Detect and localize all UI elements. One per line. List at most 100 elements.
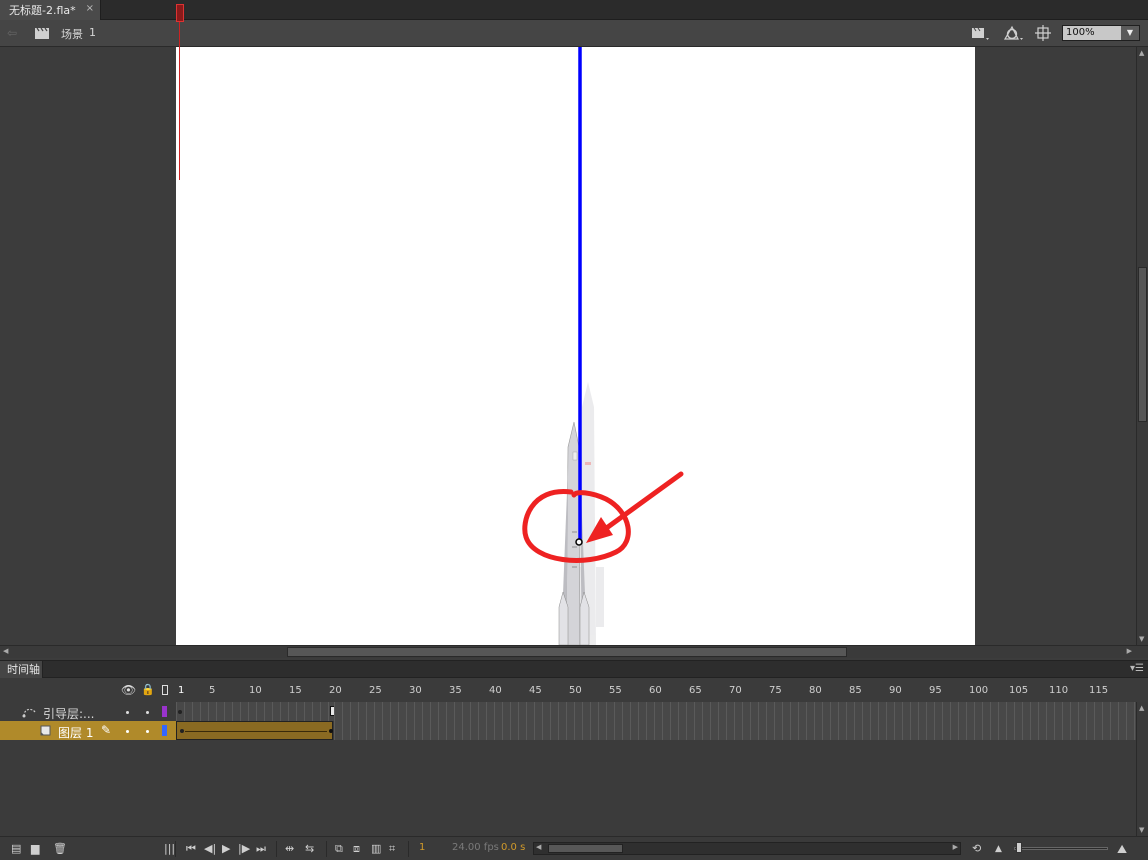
ruler-label: 75 — [769, 685, 782, 696]
zoom-value[interactable]: 100% — [1063, 26, 1121, 40]
ruler-label: 110 — [1049, 685, 1069, 696]
document-tab-bar: 无标题-2.fla* × — [0, 0, 1148, 20]
layer1-frames[interactable] — [176, 721, 1136, 740]
delete-layer-icon[interactable]: 🗑 — [53, 842, 67, 856]
current-frame[interactable]: 1 — [419, 842, 425, 853]
zoom-select[interactable]: 100% ▼ — [1062, 25, 1140, 41]
tween-arrow-line — [185, 731, 327, 732]
timeline-vertical-scrollbar[interactable]: ▲ ▼ — [1136, 702, 1148, 836]
scroll-up-icon[interactable]: ▲ — [1139, 49, 1144, 57]
visibility-dot[interactable] — [126, 711, 129, 714]
edit-symbols-icon[interactable] — [1001, 24, 1023, 42]
ruler-label: 20 — [329, 685, 342, 696]
zoom-slider-knob[interactable] — [1016, 842, 1022, 853]
ruler-label: 85 — [849, 685, 862, 696]
dropdown-arrow-icon[interactable]: ▼ — [1121, 26, 1139, 40]
ruler-label: 115 — [1089, 685, 1109, 696]
playhead-frame-label: 1 — [178, 685, 185, 696]
layer-color-swatch[interactable] — [162, 725, 167, 736]
frame-rate[interactable]: 24.00 fps — [452, 842, 499, 853]
close-tab-icon[interactable]: × — [86, 3, 94, 14]
timeline-toolbar: ▤ ▆ 🗑 ||| ⏮ ◀| ▶ |▶ ⏭ ⇹ ⇆ ⧉ ⧈ ▥ ⌗ 1 24.0… — [0, 836, 1148, 860]
guide-empty-frames[interactable] — [334, 702, 1136, 721]
layer-row-layer1[interactable]: 图层 1 ✎ — [0, 721, 176, 740]
reset-zoom-icon[interactable]: ⟲ — [972, 842, 981, 856]
center-stage-icon[interactable] — [1033, 24, 1053, 42]
scroll-left-icon[interactable]: ◀ — [3, 647, 8, 655]
scroll-thumb[interactable] — [548, 844, 623, 853]
frame-ruler[interactable]: 5 10 15 20 25 30 35 40 45 50 55 60 65 70 75 80 85 90 95 100… — [176, 678, 1136, 702]
onion-skin-icon[interactable]: ⧈ — [353, 842, 360, 856]
scroll-thumb[interactable] — [287, 647, 847, 657]
ruler-label: 35 — [449, 685, 462, 696]
separator — [175, 841, 176, 857]
loop-icon[interactable]: ⇹ — [285, 842, 294, 856]
ruler-label: 15 — [289, 685, 302, 696]
ruler-label: 105 — [1009, 685, 1029, 696]
panel-menu-icon[interactable]: ▾☰ — [1130, 663, 1144, 674]
new-layer-icon[interactable]: ▤ — [11, 842, 21, 856]
lock-dot[interactable] — [146, 730, 149, 733]
scroll-down-icon[interactable]: ▼ — [1139, 635, 1144, 643]
registration-point[interactable] — [575, 538, 583, 546]
scroll-up-icon[interactable]: ▲ — [1139, 704, 1144, 712]
keyframe[interactable] — [180, 729, 184, 733]
scene-label[interactable]: 场景 — [61, 26, 83, 42]
ruler-label: 10 — [249, 685, 262, 696]
zoom-out-icon[interactable]: ▲ — [995, 842, 1002, 856]
zoom-in-icon[interactable]: ⛰ — [1117, 842, 1127, 856]
playhead[interactable] — [176, 4, 184, 22]
motion-tween-span[interactable] — [176, 721, 333, 740]
visibility-dot[interactable] — [126, 730, 129, 733]
layer-name[interactable]: 引导层:... — [43, 705, 95, 722]
separator — [408, 841, 409, 857]
new-folder-icon[interactable]: ▆ — [31, 842, 39, 856]
ruler-label: 90 — [889, 685, 902, 696]
layer-name[interactable]: 图层 1 — [58, 724, 93, 741]
timeline-body: 👁 🔒 5 10 15 20 25 30 35 40 45 50 55 60 65 70 75 80 85 90 9… — [0, 678, 1148, 836]
loop-playback-icon[interactable]: ⇆ — [305, 842, 314, 856]
flash-editor-window: 无标题-2.fla* × ⇦ 场景 1 100% ▼ ▲ ▼ ◀ ▶ 时间轴 ▾… — [0, 0, 1148, 860]
step-forward-icon[interactable]: |▶ — [238, 842, 250, 856]
center-frame-icon[interactable]: ⧉ — [335, 842, 343, 856]
document-tab[interactable]: 无标题-2.fla* × — [0, 0, 101, 20]
stage[interactable] — [176, 47, 975, 645]
keyframe[interactable] — [329, 729, 333, 733]
ruler-label: 40 — [489, 685, 502, 696]
ruler-label: 65 — [689, 685, 702, 696]
lock-dot[interactable] — [146, 711, 149, 714]
eye-icon[interactable]: 👁 — [121, 683, 136, 697]
edit-multiple-frames-icon[interactable]: ⌗ — [389, 842, 395, 856]
ruler-label: 50 — [569, 685, 582, 696]
keyframe[interactable] — [178, 710, 182, 714]
panel-grip-icon[interactable]: ||| — [164, 842, 175, 856]
layer-row-guide[interactable]: 引导层:... — [0, 702, 176, 721]
onion-skin-outlines-icon[interactable]: ▥ — [371, 842, 381, 856]
scroll-down-icon[interactable]: ▼ — [1139, 826, 1144, 834]
empty-frames[interactable] — [334, 721, 1136, 740]
go-to-first-frame-icon[interactable]: ⏮ — [186, 842, 196, 856]
stage-vertical-scrollbar[interactable]: ▲ ▼ — [1136, 47, 1148, 645]
go-to-last-frame-icon[interactable]: ⏭ — [256, 842, 266, 856]
layer-color-swatch[interactable] — [162, 706, 167, 717]
scroll-right-icon[interactable]: ▶ — [953, 843, 958, 851]
stage-horizontal-scrollbar[interactable]: ◀ ▶ — [0, 645, 1148, 658]
layer-icon — [40, 725, 51, 736]
scroll-right-icon[interactable]: ▶ — [1127, 647, 1132, 655]
lock-icon[interactable]: 🔒 — [141, 683, 155, 696]
timeline-horizontal-scrollbar[interactable]: ◀ ▶ — [533, 842, 961, 855]
scene-clapper-icon — [35, 27, 49, 39]
ruler-label: 5 — [209, 685, 216, 696]
scroll-left-icon[interactable]: ◀ — [536, 843, 541, 851]
play-icon[interactable]: ▶ — [222, 842, 230, 856]
timeline-tab[interactable]: 时间轴 — [0, 661, 43, 679]
ruler-label: 45 — [529, 685, 542, 696]
scroll-thumb[interactable] — [1138, 267, 1147, 422]
outline-icon[interactable] — [162, 685, 168, 695]
back-arrow-icon[interactable]: ⇦ — [7, 26, 17, 40]
elapsed-time[interactable]: 0.0 s — [501, 842, 525, 853]
edit-scene-icon[interactable] — [970, 24, 990, 42]
timeline-zoom-slider[interactable] — [1014, 847, 1108, 850]
timeline-panel-header: 时间轴 ▾☰ — [0, 660, 1148, 679]
step-back-icon[interactable]: ◀| — [204, 842, 216, 856]
